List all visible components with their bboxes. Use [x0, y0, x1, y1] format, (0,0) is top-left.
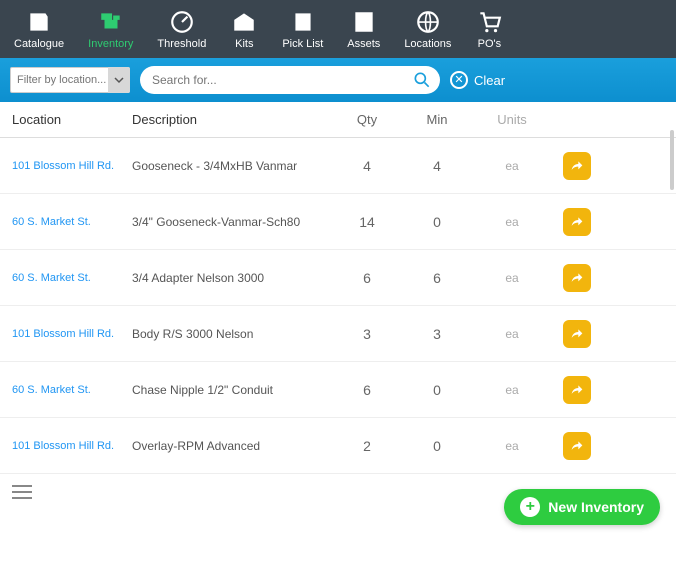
- row-units: ea: [472, 271, 552, 285]
- close-icon: ✕: [450, 71, 468, 89]
- nav-label: Locations: [404, 38, 451, 50]
- location-filter-dropdown[interactable]: [108, 67, 130, 93]
- chevron-down-icon: [114, 75, 124, 85]
- location-filter: [10, 67, 130, 93]
- search-button[interactable]: [412, 70, 432, 90]
- row-units: ea: [472, 159, 552, 173]
- row-min: 4: [402, 158, 472, 174]
- row-description: Overlay-RPM Advanced: [132, 439, 332, 453]
- col-qty: Qty: [332, 112, 402, 127]
- cart-icon: [475, 8, 503, 36]
- table-row: 101 Blossom Hill Rd.Body R/S 3000 Nelson…: [0, 306, 676, 362]
- nav-kits[interactable]: Kits: [224, 6, 264, 52]
- col-min: Min: [402, 112, 472, 127]
- inventory-grid: Location Description Qty Min Units 101 B…: [0, 102, 676, 474]
- table-row: 60 S. Market St.3/4 Adapter Nelson 30006…: [0, 250, 676, 306]
- picklist-icon: [289, 8, 317, 36]
- row-qty: 6: [332, 270, 402, 286]
- hamburger-menu[interactable]: [12, 481, 32, 503]
- share-arrow-icon: [569, 382, 585, 398]
- location-link[interactable]: 60 S. Market St.: [12, 216, 132, 228]
- table-row: 60 S. Market St.3/4" Gooseneck-Vanmar-Sc…: [0, 194, 676, 250]
- search-wrap: [140, 66, 440, 94]
- nav-inventory[interactable]: Inventory: [82, 6, 139, 52]
- nav-locations[interactable]: Locations: [398, 6, 457, 52]
- search-input[interactable]: [140, 66, 440, 94]
- search-icon: [412, 70, 432, 90]
- row-action-button[interactable]: [563, 432, 591, 460]
- row-min: 3: [402, 326, 472, 342]
- col-location: Location: [12, 112, 132, 127]
- row-units: ea: [472, 327, 552, 341]
- grid-header: Location Description Qty Min Units: [0, 102, 676, 138]
- row-qty: 14: [332, 214, 402, 230]
- row-units: ea: [472, 439, 552, 453]
- col-description: Description: [132, 112, 332, 127]
- nav-catalogue[interactable]: Catalogue: [8, 6, 70, 52]
- share-arrow-icon: [569, 158, 585, 174]
- nav-label: Catalogue: [14, 38, 64, 50]
- plus-icon: +: [520, 497, 540, 517]
- row-action-button[interactable]: [563, 320, 591, 348]
- nav-threshold[interactable]: Threshold: [151, 6, 212, 52]
- row-description: Body R/S 3000 Nelson: [132, 327, 332, 341]
- row-qty: 2: [332, 438, 402, 454]
- top-nav: Catalogue Inventory Threshold Kits Pick …: [0, 0, 676, 58]
- location-link[interactable]: 101 Blossom Hill Rd.: [12, 440, 132, 452]
- nav-label: Threshold: [157, 38, 206, 50]
- table-row: 101 Blossom Hill Rd.Gooseneck - 3/4MxHB …: [0, 138, 676, 194]
- share-arrow-icon: [569, 214, 585, 230]
- share-arrow-icon: [569, 326, 585, 342]
- row-min: 0: [402, 214, 472, 230]
- filter-bar: ✕ Clear: [0, 58, 676, 102]
- nav-label: Kits: [235, 38, 253, 50]
- location-link[interactable]: 60 S. Market St.: [12, 272, 132, 284]
- location-link[interactable]: 101 Blossom Hill Rd.: [12, 160, 132, 172]
- clear-button[interactable]: ✕ Clear: [450, 71, 505, 89]
- nav-picklist[interactable]: Pick List: [276, 6, 329, 52]
- nav-pos[interactable]: PO's: [469, 6, 509, 52]
- fab-label: New Inventory: [548, 499, 644, 515]
- catalogue-icon: [25, 8, 53, 36]
- nav-label: PO's: [478, 38, 502, 50]
- inventory-icon: [97, 8, 125, 36]
- row-min: 6: [402, 270, 472, 286]
- nav-assets[interactable]: Assets: [341, 6, 386, 52]
- row-qty: 3: [332, 326, 402, 342]
- row-min: 0: [402, 382, 472, 398]
- row-description: 3/4 Adapter Nelson 3000: [132, 271, 332, 285]
- nav-label: Assets: [347, 38, 380, 50]
- table-row: 60 S. Market St.Chase Nipple 1/2" Condui…: [0, 362, 676, 418]
- row-action-button[interactable]: [563, 376, 591, 404]
- location-link[interactable]: 60 S. Market St.: [12, 384, 132, 396]
- row-qty: 4: [332, 158, 402, 174]
- row-action-button[interactable]: [563, 208, 591, 236]
- location-link[interactable]: 101 Blossom Hill Rd.: [12, 328, 132, 340]
- new-inventory-button[interactable]: + New Inventory: [504, 489, 660, 525]
- row-description: Chase Nipple 1/2" Conduit: [132, 383, 332, 397]
- col-units: Units: [472, 112, 552, 127]
- globe-icon: [414, 8, 442, 36]
- table-row: 101 Blossom Hill Rd.Overlay-RPM Advanced…: [0, 418, 676, 474]
- nav-label: Inventory: [88, 38, 133, 50]
- threshold-icon: [168, 8, 196, 36]
- row-description: Gooseneck - 3/4MxHB Vanmar: [132, 159, 332, 173]
- assets-icon: [350, 8, 378, 36]
- row-action-button[interactable]: [563, 152, 591, 180]
- row-description: 3/4" Gooseneck-Vanmar-Sch80: [132, 215, 332, 229]
- share-arrow-icon: [569, 438, 585, 454]
- row-units: ea: [472, 215, 552, 229]
- share-arrow-icon: [569, 270, 585, 286]
- row-min: 0: [402, 438, 472, 454]
- scrollbar[interactable]: [670, 130, 674, 190]
- row-qty: 6: [332, 382, 402, 398]
- row-action-button[interactable]: [563, 264, 591, 292]
- row-units: ea: [472, 383, 552, 397]
- nav-label: Pick List: [282, 38, 323, 50]
- kits-icon: [230, 8, 258, 36]
- clear-label: Clear: [474, 73, 505, 88]
